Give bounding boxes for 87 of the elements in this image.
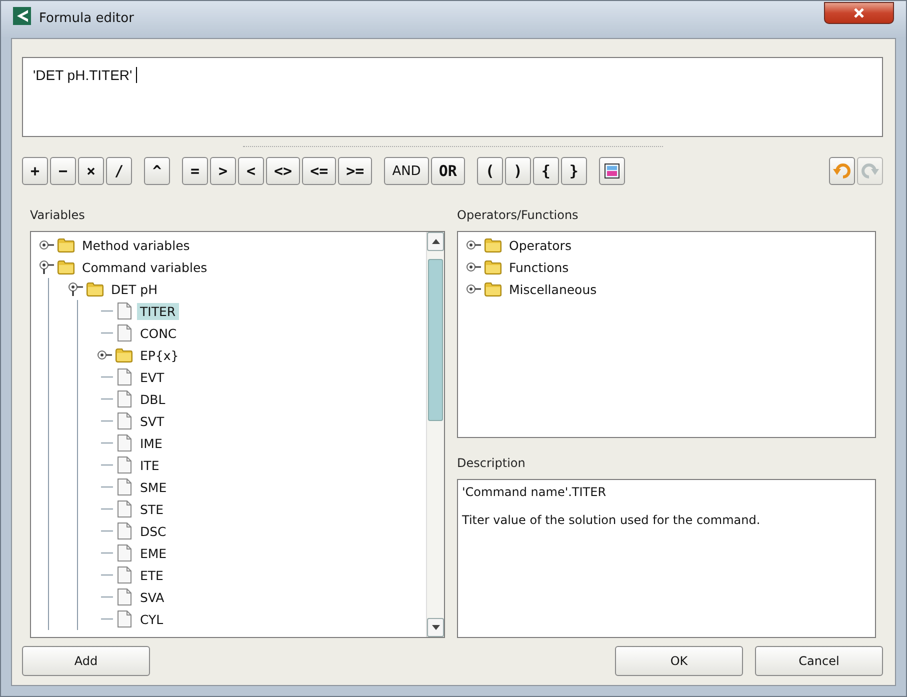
operator-button[interactable]: ( (476, 157, 503, 185)
operator-button[interactable]: { (532, 157, 559, 185)
panel-label: Operators/Functions (457, 208, 580, 222)
document-icon (115, 368, 133, 386)
expand-icon[interactable] (466, 284, 484, 294)
folder-icon (115, 347, 133, 363)
close-icon (853, 7, 865, 19)
operator-button[interactable]: + (22, 157, 48, 185)
tree-item[interactable]: IME (137, 434, 166, 452)
expand-icon[interactable] (97, 350, 115, 360)
ok-button[interactable]: OK (615, 646, 743, 676)
tree-item[interactable]: SME (137, 478, 170, 496)
description-text: 'Command name'.TITER (462, 485, 608, 499)
expand-icon[interactable] (466, 240, 484, 250)
app-logo-icon (13, 7, 31, 25)
document-icon (115, 610, 133, 628)
tree-item[interactable]: ITE (137, 456, 162, 474)
tree-item[interactable]: SVA (137, 588, 168, 606)
formula-field[interactable]: 'DET pH.TITER' (22, 57, 883, 137)
close-button[interactable] (824, 2, 894, 24)
tree-item[interactable]: EME (137, 544, 170, 562)
undo-icon (833, 163, 851, 179)
folder-icon (484, 259, 502, 275)
document-icon (115, 544, 133, 562)
document-icon (115, 456, 133, 474)
document-icon (115, 434, 133, 452)
operator-button[interactable]: / (106, 157, 132, 185)
tree-item[interactable]: Command variables (79, 258, 210, 276)
tree-item[interactable]: Operators (506, 236, 574, 254)
undo-button[interactable] (829, 157, 855, 185)
scrollbar[interactable] (426, 232, 444, 637)
cancel-button[interactable]: Cancel (755, 646, 883, 676)
expand-icon[interactable] (39, 240, 57, 250)
folder-icon (57, 237, 75, 253)
folder-icon (484, 237, 502, 253)
tree-item[interactable]: Miscellaneous (506, 280, 600, 298)
operator-button[interactable]: <= (302, 157, 336, 185)
operator-button[interactable]: OR (430, 157, 465, 185)
tree-item[interactable]: EP{x} (137, 346, 182, 364)
document-icon (115, 412, 133, 430)
tree-item[interactable]: Method variables (79, 236, 193, 254)
operator-button[interactable]: < (238, 157, 264, 185)
operator-button[interactable]: >= (338, 157, 372, 185)
document-icon (115, 302, 133, 320)
operator-button[interactable]: − (50, 157, 76, 185)
folder-icon (57, 259, 75, 275)
tree-item[interactable]: DSC (137, 522, 170, 540)
expand-icon[interactable] (466, 262, 484, 272)
insert-color-button[interactable] (598, 157, 625, 185)
tree-item[interactable]: ETE (137, 566, 166, 584)
tree-item[interactable]: STE (137, 500, 166, 518)
operator-button[interactable]: AND (384, 157, 429, 185)
document-icon (115, 588, 133, 606)
scroll-down-icon[interactable] (432, 625, 440, 630)
operator-button[interactable]: ^ (144, 157, 170, 185)
tree-item[interactable]: SVT (137, 412, 168, 430)
operator-button[interactable]: } (560, 157, 587, 185)
collapse-icon[interactable] (39, 260, 57, 274)
folder-icon (86, 281, 104, 297)
document-icon (115, 390, 133, 408)
operator-button[interactable]: × (78, 157, 104, 185)
document-icon (115, 522, 133, 540)
operator-button[interactable]: <> (266, 157, 300, 185)
scroll-up-icon[interactable] (432, 239, 440, 244)
panel-label: Description (457, 456, 526, 470)
document-icon (115, 478, 133, 496)
operator-button[interactable]: > (210, 157, 236, 185)
tree-item[interactable]: EVT (137, 368, 168, 386)
tree-item[interactable]: CYL (137, 610, 166, 628)
operator-button[interactable]: ) (504, 157, 531, 185)
document-icon (115, 324, 133, 342)
panel-label: Variables (30, 208, 86, 222)
collapse-icon[interactable] (68, 282, 86, 296)
operator-button[interactable]: = (182, 157, 208, 185)
document-icon (115, 500, 133, 518)
description-text: Titer value of the solution used for the command. (462, 513, 762, 527)
tree-item[interactable]: Functions (506, 258, 572, 276)
folder-icon (484, 281, 502, 297)
add-button[interactable]: Add (22, 646, 150, 676)
color-palette-icon (604, 163, 620, 179)
tree-item[interactable]: CONC (137, 324, 180, 342)
tree-item[interactable]: DBL (137, 390, 168, 408)
redo-icon (861, 163, 879, 179)
tree-item[interactable]: TITER (137, 302, 179, 320)
document-icon (115, 566, 133, 584)
tree-item[interactable]: DET pH (108, 280, 160, 298)
window-title: Formula editor (39, 10, 134, 26)
